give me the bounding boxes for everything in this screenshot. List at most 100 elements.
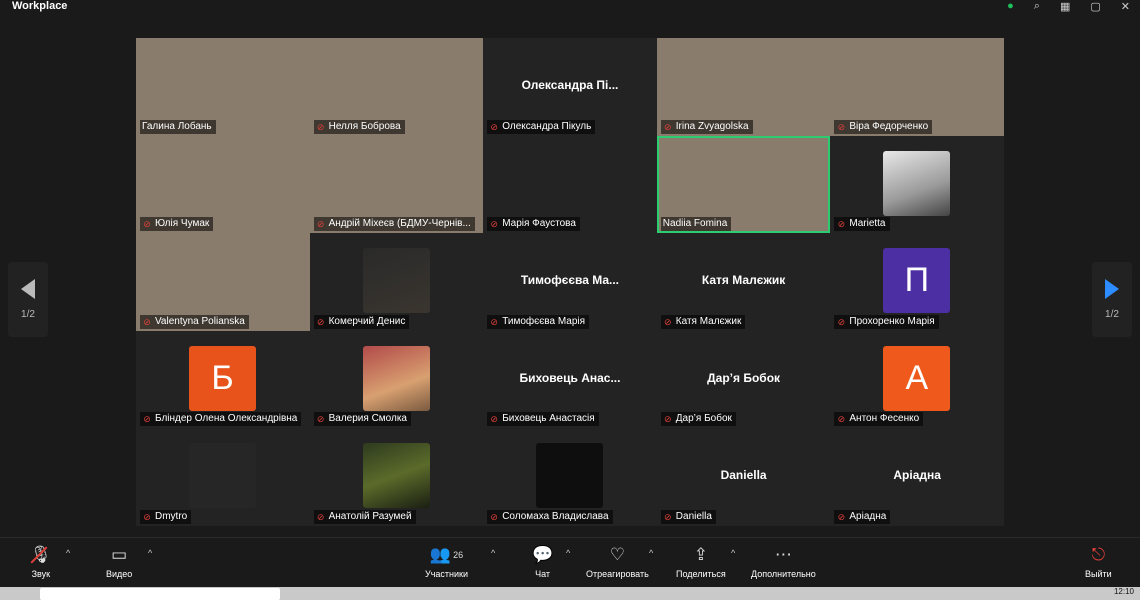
- leave-button[interactable]: ⎋ Выйти: [1085, 544, 1112, 579]
- participant-tile[interactable]: Тимофєєва Ма... ⊘ Тимофєєва Марія: [483, 233, 657, 331]
- prev-page-button[interactable]: 1/2: [8, 262, 48, 337]
- participant-name: Биховець Анастасія: [502, 413, 595, 425]
- minimize-icon[interactable]: ▢: [1090, 0, 1100, 13]
- participant-tile[interactable]: Nadiia Fomina: [656, 135, 831, 234]
- name-tag: Галина Лобань: [140, 119, 216, 134]
- participant-tile[interactable]: Аріадна ⊘ Аріадна: [830, 428, 1004, 526]
- participant-tile[interactable]: ⊘ Юлія Чумак: [136, 135, 310, 234]
- name-tag: ⊘ Комерчий Денис: [313, 314, 410, 329]
- chat-options-caret[interactable]: ^: [566, 548, 570, 558]
- react-label: Отреагировать: [586, 569, 649, 579]
- audio-label: Звук: [31, 569, 51, 579]
- participant-tile[interactable]: ⊘ Віра Федорченко: [830, 38, 1004, 136]
- chat-icon: 💬: [532, 545, 554, 564]
- participant-tile[interactable]: ⊘ Марія Фаустова: [483, 135, 657, 234]
- audio-options-caret[interactable]: ^: [66, 548, 70, 558]
- react-button[interactable]: ♡ Отреагировать: [586, 544, 649, 579]
- react-options-caret[interactable]: ^: [649, 548, 653, 558]
- name-tag: ⊘ Олександра Пікуль: [487, 119, 596, 134]
- microphone-muted-icon: ⊘: [143, 414, 151, 425]
- share-label: Поделиться: [676, 569, 726, 579]
- participants-label: Участники: [425, 569, 468, 579]
- participant-name: Дар’я Бобок: [675, 413, 732, 425]
- chat-button[interactable]: 💬 Чат: [532, 544, 553, 579]
- more-options-icon: ⋯: [774, 545, 792, 564]
- name-tag: ⊘ Бліндер Олена Олександрівна: [140, 412, 302, 427]
- participant-name: Анатолій Разумей: [328, 510, 412, 522]
- next-page-button[interactable]: 1/2: [1092, 262, 1132, 337]
- participant-name: Marietta: [849, 218, 886, 230]
- share-options-caret[interactable]: ^: [731, 548, 735, 558]
- participants-options-caret[interactable]: ^: [491, 548, 495, 558]
- microphone-muted-icon: ⊘: [837, 414, 846, 425]
- audio-button[interactable]: 🎙 Звук: [30, 544, 52, 579]
- participant-name: Daniella: [675, 510, 712, 522]
- participant-tile[interactable]: Биховець Анас... ⊘ Биховець Анастасія: [483, 330, 657, 429]
- name-tag: ⊘ Нелля Боброва: [313, 119, 405, 134]
- video-button[interactable]: ▭ Видео: [106, 544, 132, 579]
- participant-photo: [883, 150, 951, 216]
- participant-name: Юлія Чумак: [155, 218, 210, 230]
- name-tag: ⊘ Антон Фесенко: [834, 412, 924, 427]
- share-button[interactable]: ⇪ Поделиться: [676, 544, 726, 579]
- participant-tile[interactable]: ⊘ Соломаха Владислава: [483, 428, 657, 526]
- taskbar-search[interactable]: [40, 588, 280, 600]
- participant-tile[interactable]: ⊘ Irina Zvyagolska: [656, 38, 831, 136]
- participant-tile[interactable]: ⊘ Валерия Смолка: [309, 330, 484, 429]
- participant-photo: [536, 443, 604, 509]
- participant-tile[interactable]: Дар’я Бобок ⊘ Дар’я Бобок: [656, 330, 831, 429]
- microphone-muted-icon: ⊘: [837, 511, 846, 522]
- name-tag: ⊘ Андрій Міхеєв (БДМУ-Чернів...: [313, 217, 475, 232]
- close-icon[interactable]: ✕: [1121, 0, 1130, 13]
- name-tag: Nadiia Fomina: [660, 217, 732, 232]
- page-indicator-left: 1/2: [21, 309, 35, 320]
- participant-tile[interactable]: Daniella ⊘ Daniella: [656, 428, 831, 526]
- view-icon[interactable]: ⌕: [1034, 0, 1040, 13]
- security-shield-icon[interactable]: ●: [1007, 0, 1014, 13]
- participant-tile[interactable]: ⊘ Анатолій Разумей: [309, 428, 484, 526]
- participant-name: Нелля Боброва: [328, 120, 401, 132]
- participant-tile[interactable]: Галина Лобань: [136, 38, 310, 136]
- title-bar-controls: ● ⌕ ▦ ▢ ✕: [1007, 0, 1130, 13]
- participant-tile[interactable]: А ⊘ Антон Фесенко: [830, 330, 1004, 429]
- gallery-view-icon[interactable]: ▦: [1060, 0, 1070, 13]
- participant-tile[interactable]: ⊘ Valentyna Polianska: [136, 233, 310, 331]
- participant-tile[interactable]: ⊘ Андрій Міхеєв (БДМУ-Чернів...: [309, 135, 484, 234]
- participant-tile[interactable]: Олександра Пі... ⊘ Олександра Пікуль: [483, 38, 657, 136]
- avatar: А: [883, 345, 951, 411]
- participant-tile[interactable]: ⊘ Комерчий Денис: [309, 233, 484, 331]
- microphone-muted-icon: ⊘: [143, 316, 151, 327]
- participant-photo: [362, 248, 430, 314]
- participant-tile[interactable]: П ⊘ Прохоренко Марія: [830, 233, 1004, 331]
- participant-photo: [362, 345, 430, 411]
- name-tag: ⊘ Дар’я Бобок: [660, 412, 736, 427]
- participant-tile[interactable]: ⊘ Dmytro: [136, 428, 310, 526]
- participant-display-name: Дар’я Бобок: [707, 370, 781, 385]
- microphone-muted-icon: ⊘: [837, 316, 846, 327]
- participant-name: Тимофєєва Марія: [502, 315, 586, 327]
- participant-name: Irina Zvyagolska: [675, 120, 749, 132]
- avatar: Б: [189, 345, 256, 411]
- video-options-caret[interactable]: ^: [148, 548, 152, 558]
- more-label: Дополнительно: [751, 569, 816, 579]
- name-tag: ⊘ Прохоренко Марія: [834, 314, 939, 329]
- microphone-muted-icon: ⊘: [316, 414, 325, 425]
- os-taskbar: 12:10: [0, 587, 1140, 600]
- participant-name: Прохоренко Марія: [849, 315, 935, 327]
- participant-name: Катя Малєжик: [675, 315, 742, 327]
- participant-tile[interactable]: Катя Малєжик ⊘ Катя Малєжик: [656, 233, 831, 331]
- participant-name: Valentyna Polianska: [155, 315, 245, 327]
- microphone-muted-icon: ⊘: [490, 414, 498, 425]
- microphone-muted-icon: ⊘: [837, 121, 846, 132]
- participant-tile[interactable]: ⊘ Нелля Боброва: [309, 38, 484, 136]
- name-tag: ⊘ Daniella: [660, 509, 716, 524]
- participants-button[interactable]: 👥 26 Участники: [425, 544, 468, 579]
- participant-display-name: Олександра Пі...: [521, 78, 619, 92]
- participant-tile[interactable]: ⊘ Marietta: [830, 135, 1004, 234]
- participant-name: Бліндер Олена Олександрівна: [155, 413, 298, 425]
- participant-name: Галина Лобань: [142, 120, 212, 132]
- more-button[interactable]: ⋯ Дополнительно: [751, 544, 816, 579]
- microphone-muted-icon: ⊘: [316, 511, 325, 522]
- participant-tile[interactable]: Б ⊘ Бліндер Олена Олександрівна: [136, 330, 310, 429]
- microphone-muted-icon: ⊘: [837, 219, 846, 230]
